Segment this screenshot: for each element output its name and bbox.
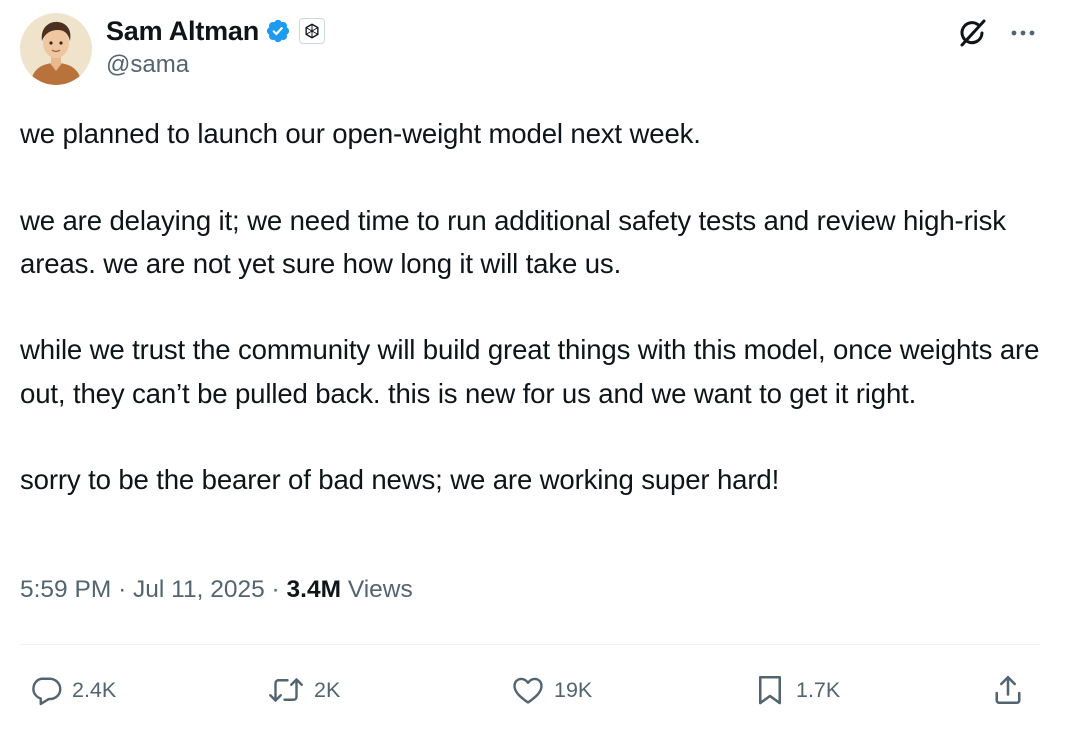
author-handle[interactable]: @sama — [106, 51, 189, 79]
bookmark-icon — [752, 672, 788, 708]
bookmark-button[interactable]: 1.7K — [752, 670, 840, 710]
heart-icon — [510, 672, 546, 708]
post-paragraph: we planned to launch our open-weight mod… — [20, 118, 701, 149]
verified-badge-icon[interactable] — [265, 18, 291, 44]
views-count: 3.4M — [286, 576, 341, 603]
bookmark-count: 1.7K — [796, 677, 841, 702]
post-paragraph: sorry to be the bearer of bad news; we a… — [20, 464, 780, 496]
repost-button[interactable]: 2K — [266, 670, 340, 710]
share-button[interactable] — [990, 670, 1026, 710]
meta-separator: · — [118, 576, 127, 603]
repost-icon — [266, 672, 306, 708]
post-spacer: ​ — [20, 285, 1050, 328]
tweet-card: Sam Altman @sama we planned to launch ou… — [0, 0, 1068, 732]
divider — [20, 644, 1040, 645]
reply-count: 2.4K — [72, 677, 117, 702]
views-label: Views — [347, 576, 413, 603]
meta-separator: · — [271, 576, 280, 603]
repost-count: 2K — [314, 677, 341, 702]
post-text: we planned to launch our open-weight mod… — [20, 112, 1050, 502]
author-display-name[interactable]: Sam Altman — [106, 16, 259, 47]
post-paragraph: we are delaying it; we need time to run … — [20, 204, 1014, 279]
more-options-icon[interactable] — [1006, 18, 1040, 48]
post-meta: 5:59 PM · Jul 11, 2025 · 3.4M Views — [20, 576, 413, 604]
post-time[interactable]: 5:59 PM — [20, 576, 111, 603]
like-button[interactable]: 19K — [510, 670, 592, 710]
post-spacer: ​ — [20, 415, 1050, 458]
author-name-row: Sam Altman — [106, 14, 326, 48]
reply-icon — [28, 672, 64, 708]
reply-button[interactable]: 2.4K — [28, 670, 116, 710]
like-count: 19K — [554, 677, 593, 702]
grok-icon[interactable] — [956, 16, 990, 50]
share-icon — [990, 672, 1026, 708]
post-date[interactable]: Jul 11, 2025 — [133, 576, 265, 603]
post-spacer: ​ — [20, 155, 1050, 198]
avatar[interactable] — [20, 13, 92, 85]
openai-affiliation-icon[interactable] — [299, 18, 326, 44]
action-bar: 2.4K 2K 19K 1.7K — [0, 670, 1068, 710]
post-paragraph: while we trust the community will build … — [20, 334, 1047, 409]
